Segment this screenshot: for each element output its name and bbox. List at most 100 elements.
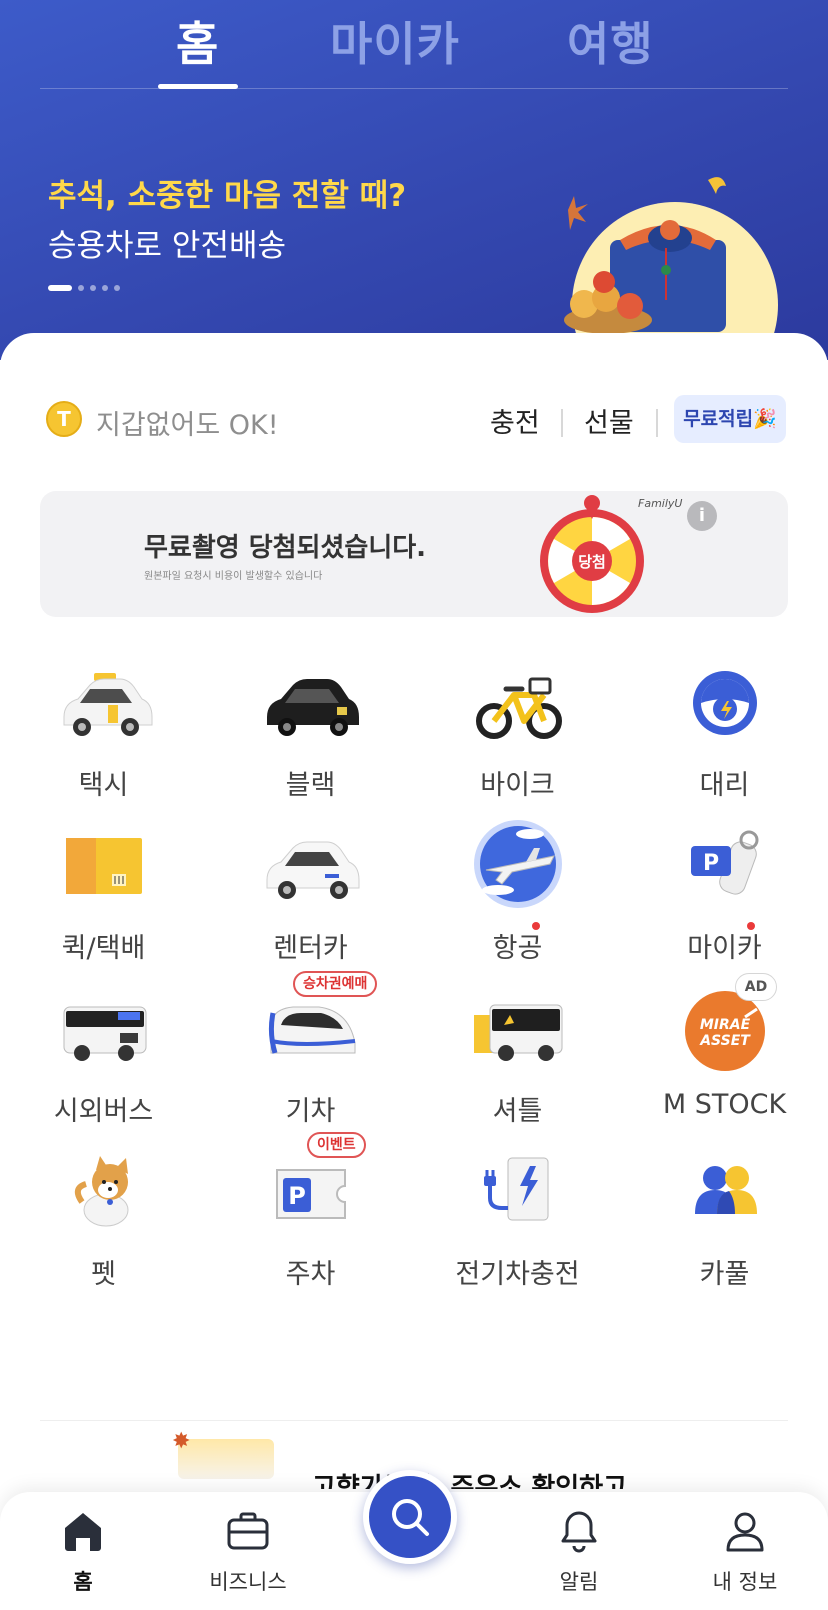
service-m-stock[interactable]: MIRAE ASSET AD M STOCK — [621, 973, 828, 1149]
tmoney-coin-icon: T — [46, 401, 82, 437]
svg-text:MIRAE: MIRAE — [699, 1017, 750, 1033]
service-label: 바이크 — [480, 770, 555, 801]
main-sheet: T 지갑없어도 OK! 충전 선물 무료적립🎉 무료촬영 당첨되셨습니다. 원본… — [0, 333, 828, 1610]
taxi-icon — [63, 673, 152, 736]
prize-wheel-icon: 당첨 — [540, 495, 644, 613]
top-tabs: 홈 마이카 여행 — [0, 0, 828, 90]
rental-car-icon — [266, 841, 359, 899]
pagination-dot — [78, 285, 84, 291]
service-label: 펫 — [91, 1259, 116, 1290]
service-label: 택시 — [78, 770, 129, 801]
service-shuttle[interactable]: 셔틀 — [414, 981, 621, 1149]
home-icon — [65, 1513, 101, 1551]
ad-banner[interactable]: 무료촬영 당첨되셨습니다. 원본파일 요청시 비용이 발생할수 있습니다 당첨 … — [40, 491, 788, 617]
tab-travel[interactable]: 여행 — [567, 8, 654, 74]
svg-text:ASSET: ASSET — [699, 1033, 751, 1049]
chuseok-moon-gift-illustration[interactable] — [560, 170, 790, 360]
service-bike[interactable]: 바이크 — [414, 655, 621, 823]
service-label: 기차 — [285, 1096, 336, 1127]
maple-leaf-icon: ✸ — [172, 1429, 191, 1454]
service-quick-delivery[interactable]: 퀵/택배 — [0, 818, 207, 986]
nav-notifications[interactable]: 알림 — [504, 1492, 654, 1610]
bus-icon — [63, 1006, 146, 1061]
bell-icon — [561, 1511, 597, 1553]
black-car-icon — [266, 679, 359, 736]
ad-disclaimer: 원본파일 요청시 비용이 발생할수 있습니다 — [144, 571, 323, 582]
service-label: M STOCK — [662, 1089, 787, 1120]
service-train[interactable]: 승차권예매 기차 — [207, 971, 414, 1149]
service-driver[interactable]: 대리 — [621, 655, 828, 823]
nav-my-info[interactable]: 내 정보 — [670, 1492, 820, 1610]
bike-icon — [475, 677, 562, 739]
service-label: 대리 — [699, 770, 750, 801]
search-button[interactable] — [363, 1470, 457, 1564]
wallet-bar: T 지갑없어도 OK! 충전 선물 무료적립🎉 — [46, 395, 786, 445]
event-badge: 이벤트 — [307, 1132, 366, 1158]
promo-text: 고향가는길, 주유소 확인하고 — [312, 1473, 628, 1489]
service-label: 시외버스 — [53, 1096, 154, 1127]
pagination-dot — [102, 285, 108, 291]
tabs-divider — [40, 88, 788, 89]
nav-home[interactable]: 홈 — [8, 1492, 158, 1610]
airplane-globe-icon — [473, 820, 562, 908]
service-carpool[interactable]: 카풀 — [621, 1144, 828, 1312]
wheel-label: 당첨 — [578, 553, 606, 571]
banner-title[interactable]: 추석, 소중한 마음 전할 때? — [48, 170, 406, 215]
service-label: 마이카 — [687, 933, 762, 964]
service-flight[interactable]: 항공 — [414, 818, 621, 986]
tab-home[interactable]: 홈 — [176, 8, 219, 74]
svg-text:P: P — [288, 1182, 306, 1210]
steering-wheel-icon — [692, 671, 757, 735]
free-points-button[interactable]: 무료적립🎉 — [674, 395, 786, 443]
section-divider — [40, 1420, 788, 1421]
wallet-separator — [656, 409, 658, 437]
service-taxi[interactable]: 택시 — [0, 655, 207, 823]
service-label: 주차 — [285, 1259, 336, 1290]
promo-thumbnail — [178, 1439, 274, 1479]
carpool-people-icon — [694, 1166, 757, 1214]
service-label: 셔틀 — [492, 1096, 543, 1127]
service-parking[interactable]: P 이벤트 주차 — [207, 1132, 414, 1312]
banner-pagination — [48, 285, 120, 291]
dog-icon — [74, 1156, 128, 1227]
nav-label: 내 정보 — [712, 1570, 778, 1594]
service-label: 퀵/택배 — [61, 933, 146, 964]
service-black[interactable]: 블랙 — [207, 655, 414, 823]
nav-label: 비즈니스 — [209, 1570, 287, 1594]
service-label: 카풀 — [699, 1259, 750, 1290]
service-label: 블랙 — [285, 770, 336, 801]
banner-subtitle[interactable]: 승용차로 안전배송 — [48, 220, 286, 265]
ad-title: 무료촬영 당첨되셨습니다. — [144, 533, 427, 563]
service-mycar[interactable]: P 마이카 — [621, 818, 828, 986]
service-label: 렌터카 — [273, 933, 348, 964]
wallet-slogan[interactable]: 지갑없어도 OK! — [96, 403, 279, 442]
pagination-dot — [114, 285, 120, 291]
info-icon[interactable]: i — [687, 501, 717, 531]
service-label: 항공 — [492, 933, 543, 964]
tab-mycar[interactable]: 마이카 — [330, 8, 460, 74]
shuttle-icon — [473, 1004, 562, 1061]
service-pet[interactable]: 펫 — [0, 1144, 207, 1312]
person-icon — [726, 1512, 764, 1552]
ad-tag: AD — [735, 973, 777, 1001]
pagination-dot-active — [48, 285, 72, 291]
service-rental-car[interactable]: 렌터카 — [207, 818, 414, 986]
ad-brand-logo: FamilyU — [638, 497, 683, 510]
ticket-reservation-badge: 승차권예매 — [293, 971, 378, 997]
parcel-box-icon — [65, 838, 142, 894]
gift-button[interactable]: 선물 — [584, 401, 634, 440]
nav-business[interactable]: 비즈니스 — [173, 1492, 323, 1610]
service-ev-charging[interactable]: 전기차충전 — [414, 1144, 621, 1312]
briefcase-icon — [227, 1512, 269, 1550]
charge-button[interactable]: 충전 — [490, 401, 540, 440]
service-label: 전기차충전 — [455, 1259, 580, 1290]
service-intercity-bus[interactable]: 시외버스 — [0, 981, 207, 1149]
pagination-dot — [90, 285, 96, 291]
parking-key-icon: P — [690, 830, 758, 895]
wallet-separator — [561, 409, 563, 437]
parking-ticket-icon: P — [275, 1169, 346, 1219]
svg-text:P: P — [702, 851, 718, 876]
search-icon — [392, 1499, 429, 1536]
nav-label: 알림 — [559, 1570, 599, 1594]
nav-label: 홈 — [73, 1570, 93, 1594]
